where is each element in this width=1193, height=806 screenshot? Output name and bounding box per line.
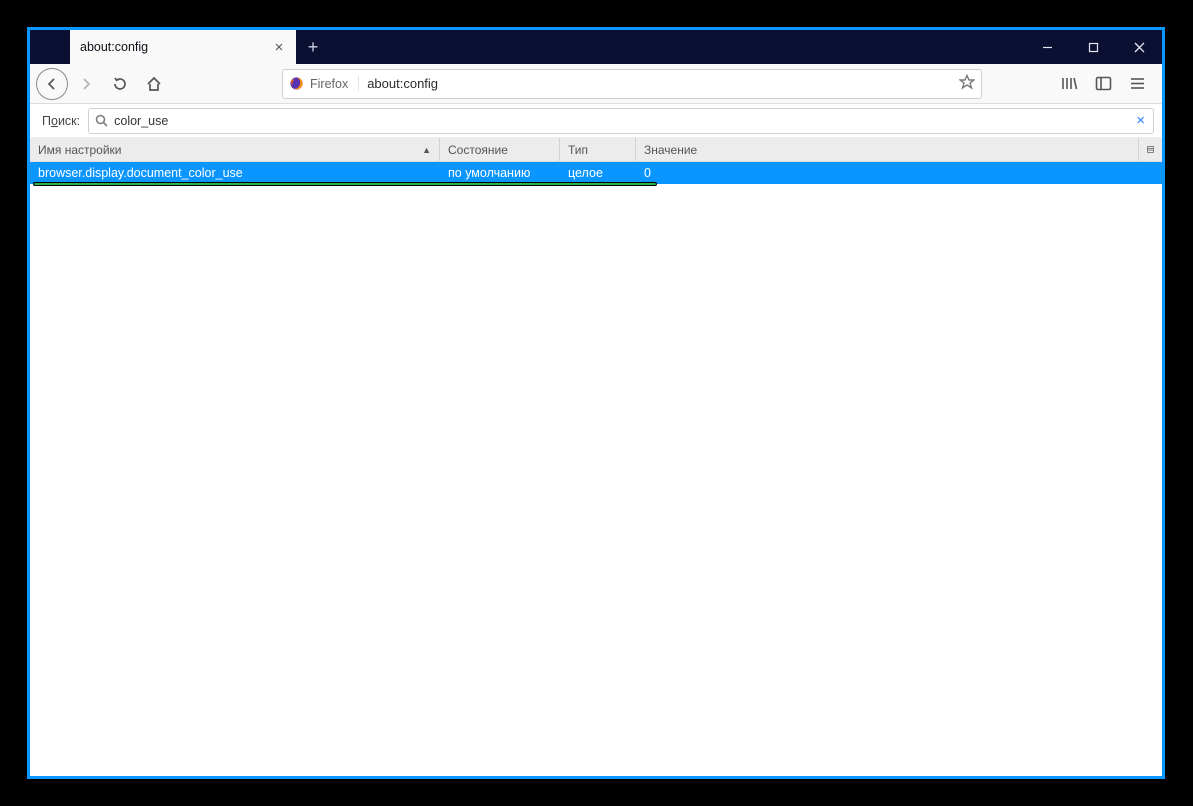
identity-box[interactable]: Firefox <box>289 76 359 91</box>
maximize-button[interactable] <box>1070 30 1116 64</box>
tab-title: about:config <box>80 40 270 54</box>
config-search-row: Поиск: × <box>30 104 1162 138</box>
column-headers: Имя настройки ▲ Состояние Тип Значение <box>30 138 1162 162</box>
pref-state: по умолчанию <box>440 166 560 180</box>
search-label: Поиск: <box>38 114 80 128</box>
pref-row[interactable]: browser.display.document_color_use по ум… <box>30 162 1162 184</box>
firefox-icon <box>289 76 304 91</box>
home-button[interactable] <box>138 68 170 100</box>
url-bar[interactable]: Firefox about:config <box>282 69 982 99</box>
pref-name: browser.display.document_color_use <box>30 166 440 180</box>
clear-search-icon[interactable]: × <box>1134 112 1147 129</box>
search-icon <box>95 114 108 127</box>
reload-button[interactable] <box>104 68 136 100</box>
identity-label: Firefox <box>310 77 348 91</box>
bookmark-star-button[interactable] <box>959 74 975 93</box>
column-header-state[interactable]: Состояние <box>440 138 560 161</box>
sort-asc-icon: ▲ <box>422 145 431 155</box>
search-box[interactable]: × <box>88 108 1154 134</box>
window-controls <box>1024 30 1162 64</box>
app-menu-button[interactable] <box>1122 69 1152 99</box>
right-toolbar <box>1054 69 1156 99</box>
sidebar-button[interactable] <box>1088 69 1118 99</box>
library-button[interactable] <box>1054 69 1084 99</box>
browser-window: about:config × + <box>27 27 1165 779</box>
column-header-value[interactable]: Значение <box>636 138 1138 161</box>
tab-aboutconfig[interactable]: about:config × <box>70 30 296 64</box>
column-picker-button[interactable] <box>1138 138 1162 161</box>
forward-button[interactable] <box>70 68 102 100</box>
back-button[interactable] <box>36 68 68 100</box>
pref-type: целое <box>560 166 636 180</box>
url-text: about:config <box>367 76 951 91</box>
titlebar: about:config × + <box>30 30 1162 64</box>
tab-strip: about:config × + <box>30 30 330 64</box>
new-tab-button[interactable]: + <box>296 30 330 64</box>
close-tab-icon[interactable]: × <box>270 40 288 55</box>
pref-value: 0 <box>636 166 1162 180</box>
column-header-type[interactable]: Тип <box>560 138 636 161</box>
results-area: browser.display.document_color_use по ум… <box>30 162 1162 776</box>
column-header-name[interactable]: Имя настройки ▲ <box>30 138 440 161</box>
minimize-button[interactable] <box>1024 30 1070 64</box>
nav-toolbar: Firefox about:config <box>30 64 1162 104</box>
search-input[interactable] <box>114 114 1128 128</box>
close-window-button[interactable] <box>1116 30 1162 64</box>
